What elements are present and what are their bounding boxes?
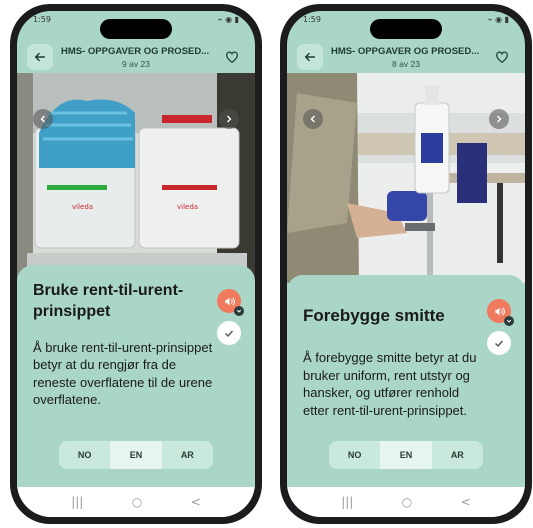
chevron-down-icon	[506, 319, 512, 323]
chevron-left-icon	[40, 115, 45, 123]
arrow-left-icon	[304, 52, 316, 62]
illustration-photo	[287, 73, 525, 283]
system-navbar: ||| ○ <	[17, 487, 255, 517]
audio-button[interactable]	[217, 289, 244, 316]
card-body: Å bruke rent-til-urent-prinsippet betyr …	[33, 339, 213, 408]
language-selector: NO EN AR	[329, 441, 483, 469]
favorite-button[interactable]	[219, 44, 245, 70]
page-counter: 9 av 23	[122, 58, 150, 69]
checkmark-icon	[495, 340, 504, 348]
mark-done-button[interactable]	[487, 331, 511, 355]
arrow-left-icon	[34, 52, 46, 62]
language-option-no[interactable]: NO	[329, 441, 380, 469]
svg-text:vileda: vileda	[72, 203, 93, 211]
chevron-right-icon	[497, 115, 502, 123]
favorite-button[interactable]	[489, 44, 515, 70]
page-counter: 8 av 23	[392, 58, 420, 69]
back-button[interactable]	[297, 44, 323, 70]
next-image-button[interactable]	[489, 109, 509, 129]
heart-icon	[496, 51, 508, 63]
language-selector: NO EN AR	[59, 441, 213, 469]
illustration-photo: vileda vileda	[17, 73, 255, 283]
mark-done-button[interactable]	[217, 321, 241, 345]
recent-apps-button[interactable]: |||	[71, 495, 83, 509]
speaker-icon	[494, 306, 505, 316]
status-time: 1:59	[303, 14, 321, 24]
language-option-en[interactable]: EN	[110, 441, 162, 469]
system-back-button[interactable]: <	[461, 495, 471, 509]
status-icons: ⌁ ◉ ▮	[487, 14, 509, 24]
audio-dropdown-badge[interactable]	[234, 306, 244, 316]
phone-right: 1:59 ⌁ ◉ ▮ HMS- OPPGAVER OG PROSED... 8 …	[280, 4, 532, 524]
chevron-down-icon	[236, 309, 242, 313]
language-option-en[interactable]: EN	[380, 441, 432, 469]
screen: 1:59 ⌁ ◉ ▮ HMS- OPPGAVER OG PROSED... 8 …	[287, 11, 525, 517]
language-option-no[interactable]: NO	[59, 441, 110, 469]
next-image-button[interactable]	[219, 109, 239, 129]
page-title: HMS- OPPGAVER OG PROSED...	[331, 45, 480, 57]
card-body: Å forebygge smitte betyr at du bruker un…	[303, 350, 477, 418]
previous-image-button[interactable]	[33, 109, 53, 129]
camera-notch	[100, 19, 172, 39]
screen: 1:59 ⌁ ◉ ▮ HMS- OPPGAVER OG PROSED... 9 …	[17, 11, 255, 517]
language-option-ar[interactable]: AR	[432, 441, 483, 469]
speaker-icon	[224, 296, 235, 306]
status-time: 1:59	[33, 14, 51, 24]
audio-dropdown-badge[interactable]	[504, 316, 514, 326]
chevron-right-icon	[227, 115, 232, 123]
language-option-ar[interactable]: AR	[162, 441, 213, 469]
system-navbar: ||| ○ <	[287, 487, 525, 517]
audio-button[interactable]	[487, 299, 514, 326]
recent-apps-button[interactable]: |||	[341, 495, 353, 509]
home-button[interactable]: ○	[402, 495, 412, 509]
status-icons: ⌁ ◉ ▮	[217, 14, 239, 24]
heart-icon	[226, 51, 238, 63]
home-button[interactable]: ○	[132, 495, 142, 509]
back-button[interactable]	[27, 44, 53, 70]
camera-notch	[370, 19, 442, 39]
chevron-left-icon	[310, 115, 315, 123]
page-title: HMS- OPPGAVER OG PROSED...	[61, 45, 210, 57]
svg-text:vileda: vileda	[177, 203, 198, 211]
checkmark-icon	[225, 330, 234, 338]
phone-left: 1:59 ⌁ ◉ ▮ HMS- OPPGAVER OG PROSED... 9 …	[10, 4, 262, 524]
card-title: Forebygge smitte	[303, 306, 445, 325]
previous-image-button[interactable]	[303, 109, 323, 129]
content-card: Bruke rent-til-urent-prinsippet Å bruke …	[17, 265, 255, 487]
content-card: Forebygge smitte Å forebygge smitte bety…	[287, 275, 525, 487]
card-title: Bruke rent-til-urent-prinsippet	[33, 282, 184, 320]
system-back-button[interactable]: <	[191, 495, 201, 509]
